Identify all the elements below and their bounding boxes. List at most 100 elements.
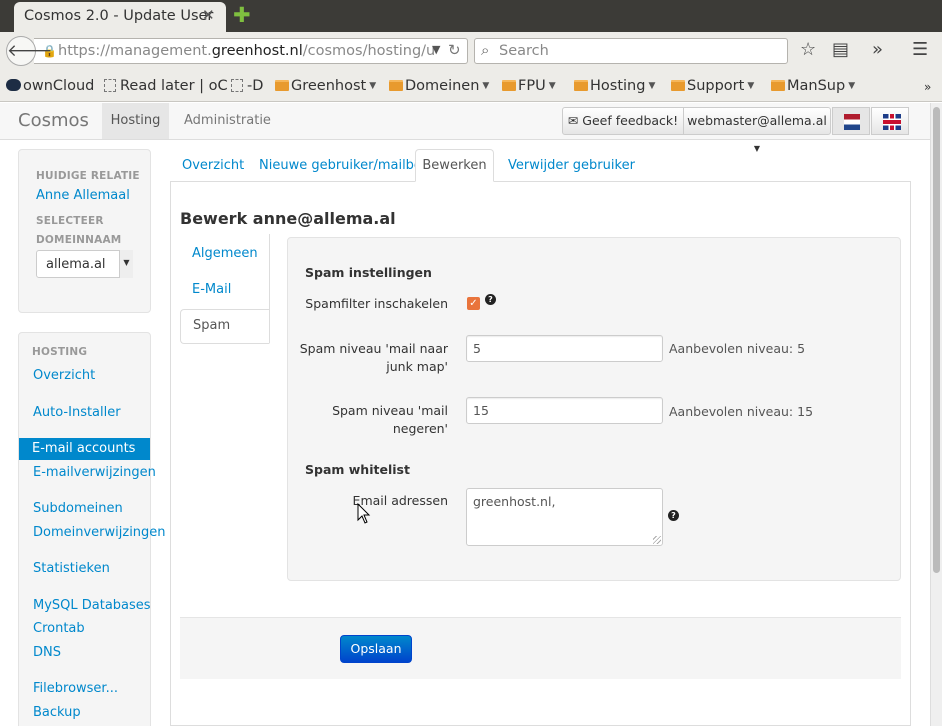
junk-level-help: Aanbevolen niveau: 5 (669, 341, 806, 356)
email-addresses-label: Email adressen (352, 493, 448, 508)
whitelist-legend: Spam whitelist (305, 462, 410, 477)
subtab-divider (269, 234, 270, 343)
bookmark-fpu[interactable]: FPU ▼ (502, 78, 556, 94)
bookmark-hosting[interactable]: Hosting ▼ (574, 78, 655, 94)
browser-nav-bar: 🔒 https://management.greenhost.nl/cosmos… (0, 32, 942, 72)
language-nl-button[interactable] (832, 107, 870, 135)
sidebar-item-email-accounts[interactable]: E-mail accounts (19, 438, 150, 460)
folder-icon (275, 80, 289, 91)
browser-tab[interactable]: Cosmos 2.0 - Update User ✕ (14, 2, 226, 32)
relation-header: HUIDIGE RELATIE (36, 170, 140, 182)
envelope-icon: ✉ (567, 113, 579, 128)
hosting-header: HOSTING (32, 346, 88, 358)
page-icon (231, 79, 243, 92)
search-input[interactable]: ⌕ Search (474, 38, 788, 64)
save-button[interactable]: Opslaan (340, 635, 412, 663)
folder-icon (771, 80, 785, 91)
spamfilter-label: Spamfilter inschakelen (305, 296, 448, 311)
search-placeholder: Search (499, 43, 549, 59)
bookmark-mansup[interactable]: ManSup ▼ (771, 78, 855, 94)
sidebar-item-mysql[interactable]: MySQL Databases (33, 598, 151, 613)
tabs-divider (170, 181, 911, 182)
relation-panel: HUIDIGE RELATIE Anne Allemaal SELECTEER … (18, 149, 151, 313)
junk-level-input[interactable]: 5 (466, 335, 663, 362)
subtab-algemeen[interactable]: Algemeen (180, 238, 270, 273)
sidebar-item-statistieken[interactable]: Statistieken (33, 561, 110, 576)
folder-icon (574, 80, 588, 91)
feedback-button[interactable]: ✉ Geef feedback! (562, 107, 684, 135)
back-button[interactable]: 🡐 (6, 36, 53, 66)
sidebar-item-filebrowser[interactable]: Filebrowser... (33, 681, 118, 696)
browser-tab-title: Cosmos 2.0 - Update User (24, 8, 214, 24)
language-en-button[interactable] (871, 107, 909, 135)
tab-verwijder-gebruiker[interactable]: Verwijder gebruiker (508, 158, 635, 173)
sidebar-item-emailverwijzingen[interactable]: E-mailverwijzingen (33, 465, 156, 480)
scrollbar-thumb[interactable] (933, 107, 940, 573)
sidebar-item-dns[interactable]: DNS (33, 645, 61, 660)
menu-icon[interactable]: ☰ (912, 39, 928, 60)
reload-icon[interactable]: ↻ (448, 41, 461, 59)
caret-down-icon: ▼ (753, 144, 761, 153)
bookmarks-bar: ownCloud Read later | oC -D Greenhost ▼ D… (0, 72, 942, 102)
close-tab-icon[interactable]: ✕ (202, 6, 215, 24)
bookmark-support[interactable]: Support ▼ (671, 78, 754, 94)
uk-flag-icon (883, 114, 901, 130)
domain-header-line1: SELECTEER (36, 215, 104, 227)
url-dropdown-icon[interactable]: ▼ (432, 43, 440, 56)
whitelist-textarea[interactable]: greenhost.nl, (466, 488, 663, 546)
ignore-level-input[interactable]: 15 (466, 397, 663, 424)
nav-hosting[interactable]: Hosting (102, 103, 169, 139)
bookmarks-overflow-icon[interactable]: » (924, 80, 931, 94)
page-content: Cosmos Hosting Administratie ✉ Geef feed… (0, 103, 930, 726)
domain-header-line2: DOMEINNAAM (36, 234, 122, 246)
brand-logo[interactable]: Cosmos (18, 110, 89, 131)
folder-icon (389, 80, 403, 91)
url-bar[interactable]: 🔒 https://management.greenhost.nl/cosmos… (34, 38, 468, 64)
sidebar-item-domeinverwijzingen[interactable]: Domeinverwijzingen (33, 525, 166, 540)
help-icon[interactable]: ? (485, 294, 496, 305)
subtab-email[interactable]: E-Mail (180, 274, 270, 309)
sidebar-item-backup[interactable]: Backup (33, 705, 81, 720)
bookmark-domeinen[interactable]: Domeinen ▼ (389, 78, 489, 94)
page-title: Bewerk anne@allema.al (180, 209, 396, 228)
caret-down-icon: ▼ (119, 250, 133, 278)
search-icon: ⌕ (481, 41, 490, 59)
help-icon[interactable]: ? (668, 510, 679, 521)
resize-handle[interactable] (653, 536, 661, 544)
spam-settings-legend: Spam instellingen (305, 265, 432, 280)
folder-icon (671, 80, 685, 91)
sidebar-item-crontab[interactable]: Crontab (33, 621, 85, 636)
ignore-level-label: Spam niveau 'mail negeren' (332, 403, 448, 436)
browser-tab-bar: Cosmos 2.0 - Update User ✕ ✚ (0, 0, 942, 32)
sidebar-item-auto-installer[interactable]: Auto-Installer (33, 405, 121, 420)
tab-nieuwe-gebruiker[interactable]: Nieuwe gebruiker/mailbox (259, 158, 429, 173)
new-tab-icon[interactable]: ✚ (233, 3, 251, 27)
subtab-spam[interactable]: Spam (180, 309, 270, 344)
sidebar-item-overzicht[interactable]: Overzicht (33, 368, 95, 383)
domain-select[interactable]: allema.al ▼ (36, 250, 133, 278)
url-text: https://management.greenhost.nl/cosmos/h… (58, 43, 434, 59)
bookmark-star-icon[interactable]: ☆ (800, 39, 816, 60)
spamfilter-checkbox[interactable]: ✓ (467, 297, 480, 310)
nav-administratie[interactable]: Administratie (184, 113, 271, 128)
bookmark-d[interactable]: -D (231, 78, 263, 94)
bookmark-greenhost[interactable]: Greenhost ▼ (275, 78, 376, 94)
app-navbar: Cosmos Hosting Administratie ✉ Geef feed… (0, 103, 930, 153)
reading-list-icon[interactable]: ▤ (832, 39, 849, 60)
ignore-level-help: Aanbevolen niveau: 15 (669, 404, 814, 419)
tab-overzicht[interactable]: Overzicht (182, 158, 244, 173)
dutch-flag-icon (844, 114, 860, 130)
page-icon (104, 79, 116, 92)
form-actions: Opslaan (180, 617, 901, 679)
overflow-chevron-icon[interactable]: » (872, 39, 883, 60)
sidebar-item-subdomeinen[interactable]: Subdomeinen (33, 501, 123, 516)
page-scrollbar[interactable] (930, 103, 942, 726)
junk-level-label: Spam niveau 'mail naar junk map' (299, 341, 448, 374)
user-dropdown[interactable]: webmaster@allema.al ▼ (683, 107, 831, 153)
domain-select-value: allema.al (46, 257, 106, 272)
tab-bewerken[interactable]: Bewerken (415, 149, 494, 182)
relation-name-link[interactable]: Anne Allemaal (36, 188, 130, 203)
folder-icon (502, 80, 516, 91)
bookmark-owncloud[interactable]: ownCloud (6, 78, 94, 94)
bookmark-read-later[interactable]: Read later | oC (104, 78, 228, 94)
